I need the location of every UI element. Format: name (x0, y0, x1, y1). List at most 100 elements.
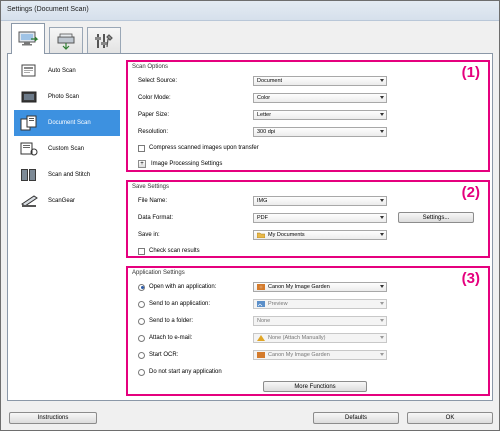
chevron-down-icon (380, 319, 384, 322)
settings-content: Auto Scan Photo Scan Document Scan Custo… (7, 53, 493, 401)
folder-icon (256, 232, 266, 239)
file-name-combobox[interactable]: IMG (253, 196, 387, 206)
paper-size-value: Letter (257, 112, 272, 118)
paper-size-dropdown[interactable]: Letter (253, 110, 387, 120)
sidebar-item-scan-and-stitch[interactable]: Scan and Stitch (14, 162, 120, 188)
send-to-folder-radio[interactable] (138, 317, 145, 325)
scan-options-panel: Scan Options (1) Select Source: Document… (126, 60, 490, 172)
select-source-row: Select Source: (138, 75, 177, 87)
settings-window: Settings (Document Scan) Auto Scan Photo… (0, 0, 500, 431)
sidebar-item-label: Photo Scan (48, 94, 80, 100)
open-with-application-dropdown[interactable]: Canon My Image Garden (253, 282, 387, 292)
compress-label: Compress scanned images upon transfer (149, 145, 259, 151)
start-ocr-dropdown[interactable]: Canon My Image Garden (253, 350, 387, 360)
start-ocr-radio[interactable] (138, 351, 145, 359)
do-not-start-option[interactable]: Do not start any application (138, 366, 222, 378)
paper-size-label: Paper Size: (138, 112, 170, 118)
send-to-application-value: Preview (268, 301, 288, 307)
save-in-label: Save in: (138, 232, 160, 238)
check-results-checkbox[interactable] (138, 247, 145, 255)
check-results-option[interactable]: Check scan results (138, 245, 200, 257)
attach-to-email-value: None (Attach Manually) (268, 335, 326, 341)
select-source-dropdown[interactable]: Document (253, 76, 387, 86)
image-processing-toggle[interactable]: + Image Processing Settings (138, 158, 222, 170)
send-to-folder-dropdown[interactable]: None (253, 316, 387, 326)
sidebar-item-auto-scan[interactable]: Auto Scan (14, 58, 120, 84)
start-ocr-option[interactable]: Start OCR: (138, 349, 178, 361)
sidebar-item-photo-scan[interactable]: Photo Scan (14, 84, 120, 110)
save-in-value: My Documents (268, 232, 305, 238)
file-name-label: File Name: (138, 198, 168, 204)
resolution-value: 300 dpi (257, 129, 276, 135)
start-ocr-label: Start OCR: (149, 352, 179, 358)
instructions-button[interactable]: Instructions (9, 412, 97, 424)
general-settings-icon (95, 33, 113, 48)
preview-app-icon (257, 301, 265, 307)
tab-scan-from-panel[interactable] (49, 27, 83, 53)
sidebar-item-scangear[interactable]: ScanGear (14, 188, 120, 214)
chevron-down-icon (380, 285, 384, 288)
sidebar-item-label: ScanGear (48, 198, 76, 204)
scan-and-stitch-icon (18, 165, 40, 185)
data-format-dropdown[interactable]: PDF (253, 213, 387, 223)
defaults-button[interactable]: Defaults (313, 412, 399, 424)
color-mode-label: Color Mode: (138, 95, 171, 101)
auto-scan-icon (18, 61, 40, 81)
scan-from-computer-icon (18, 31, 39, 46)
title-bar: Settings (Document Scan) (1, 1, 499, 21)
callout-number-3: (3) (461, 270, 480, 287)
chevron-down-icon (380, 302, 384, 305)
select-source-label: Select Source: (138, 78, 178, 84)
scangear-icon (18, 191, 40, 211)
save-in-row: Save in: (138, 229, 160, 241)
attach-to-email-dropdown[interactable]: None (Attach Manually) (253, 333, 387, 343)
chevron-down-icon (380, 199, 384, 202)
chevron-down-icon (380, 336, 384, 339)
compress-option[interactable]: Compress scanned images upon transfer (138, 142, 259, 154)
open-with-application-value: Canon My Image Garden (268, 284, 330, 290)
data-format-row: Data Format: (138, 212, 173, 224)
save-in-dropdown[interactable]: My Documents (253, 230, 387, 240)
tab-strip (7, 23, 495, 54)
check-results-label: Check scan results (149, 248, 200, 254)
attach-to-email-label: Attach to e-mail: (149, 335, 193, 341)
sidebar-item-document-scan[interactable]: Document Scan (14, 110, 120, 136)
compress-checkbox[interactable] (138, 144, 145, 152)
expand-plus-icon[interactable]: + (138, 160, 146, 168)
settings-button[interactable]: Settings... (398, 212, 474, 223)
attach-to-email-option[interactable]: Attach to e-mail: (138, 332, 192, 344)
ok-button[interactable]: OK (407, 412, 493, 424)
sidebar-item-custom-scan[interactable]: Custom Scan (14, 136, 120, 162)
resolution-row: Resolution: (138, 126, 168, 138)
callout-number-1: (1) (461, 64, 480, 81)
document-scan-icon (18, 113, 40, 133)
file-name-value: IMG (257, 198, 268, 204)
send-to-folder-option[interactable]: Send to a folder: (138, 315, 193, 327)
chevron-down-icon (380, 233, 384, 236)
send-to-application-dropdown[interactable]: Preview (253, 299, 387, 309)
do-not-start-radio[interactable] (138, 368, 145, 376)
resolution-dropdown[interactable]: 300 dpi (253, 127, 387, 137)
tab-scan-from-computer[interactable] (11, 23, 45, 54)
send-to-application-radio[interactable] (138, 300, 145, 308)
data-format-value: PDF (257, 215, 268, 221)
callout-number-2: (2) (461, 184, 480, 201)
image-garden-icon (257, 352, 265, 358)
photo-scan-icon (18, 87, 40, 107)
image-garden-icon (257, 284, 265, 290)
sidebar-item-label: Document Scan (48, 120, 91, 126)
send-to-application-label: Send to an application: (149, 301, 211, 307)
data-format-label: Data Format: (138, 215, 174, 221)
resolution-label: Resolution: (138, 129, 169, 135)
save-settings-title: Save Settings (132, 184, 170, 190)
color-mode-dropdown[interactable]: Color (253, 93, 387, 103)
open-with-application-radio[interactable] (138, 283, 145, 291)
attach-to-email-radio[interactable] (138, 334, 145, 342)
open-with-application-option[interactable]: Open with an application: (138, 281, 216, 293)
send-to-application-option[interactable]: Send to an application: (138, 298, 210, 310)
tab-general-settings[interactable] (87, 27, 121, 53)
color-mode-row: Color Mode: (138, 92, 171, 104)
more-functions-button[interactable]: More Functions (263, 381, 367, 392)
chevron-down-icon (380, 216, 384, 219)
chevron-down-icon (380, 79, 384, 82)
